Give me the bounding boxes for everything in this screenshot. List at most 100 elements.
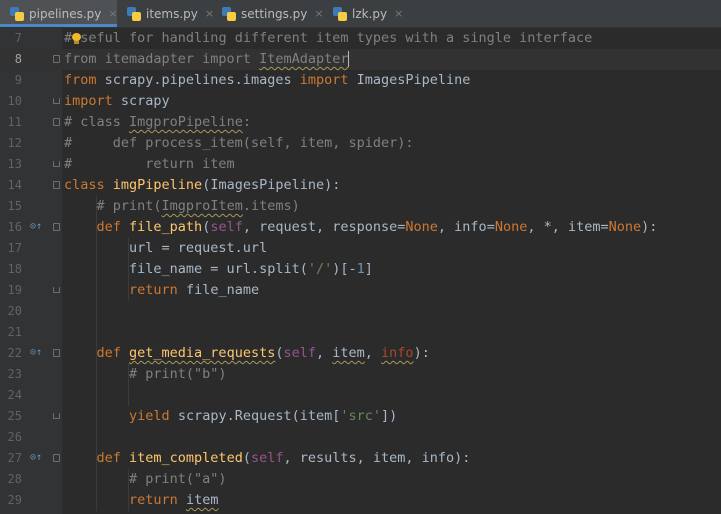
python-file-icon xyxy=(127,6,141,21)
code-line[interactable]: 13 # return item xyxy=(0,154,721,175)
code-token: item_completed xyxy=(129,450,243,466)
code-line[interactable]: 27 ⊙↑ def item_completed(self, results, i… xyxy=(0,448,721,469)
code-line[interactable]: 28 # print("a") xyxy=(0,469,721,490)
fold-end-icon[interactable] xyxy=(53,413,60,419)
code-token: , request, response= xyxy=(242,219,406,235)
code-text: # print("b") xyxy=(64,364,227,385)
fold-start-icon[interactable] xyxy=(53,349,60,357)
code-line[interactable]: 15 # print(ImgproItem.items) xyxy=(0,196,721,217)
code-token: , *, item= xyxy=(527,219,609,235)
code-token: scrapy.Request(item[ xyxy=(177,408,341,424)
code-token: ItemAdapter xyxy=(259,51,349,67)
override-method-icon[interactable]: ⊙↑ xyxy=(30,451,44,465)
tab-label: pipelines.py xyxy=(29,6,102,21)
code-text: from itemadapter import ItemAdapter xyxy=(64,49,350,70)
code-token: ( xyxy=(242,450,251,466)
code-token: ImgproItem xyxy=(161,198,243,214)
code-token: item xyxy=(332,345,365,361)
code-line[interactable]: 29 return item xyxy=(0,490,721,511)
code-token: def xyxy=(96,450,130,466)
code-token: 1 xyxy=(356,261,365,277)
code-line[interactable]: 17 url = request.url xyxy=(0,238,721,259)
code-line[interactable]: 14 class imgPipeline(ImagesPipeline): xyxy=(0,175,721,196)
close-icon[interactable]: × xyxy=(394,7,403,20)
code-text: yield scrapy.Request(item['src']) xyxy=(64,406,397,427)
code-line[interactable]: 20 xyxy=(0,301,721,322)
code-line[interactable]: 23 # print("b") xyxy=(0,364,721,385)
code-token: : xyxy=(242,114,251,130)
line-number: 28 xyxy=(7,472,22,486)
code-line[interactable]: 24 xyxy=(0,385,721,406)
tab-lzk-py[interactable]: lzk.py × xyxy=(323,0,405,27)
code-token: # print("b") xyxy=(64,366,227,382)
override-method-icon[interactable]: ⊙↑ xyxy=(30,346,44,360)
tab-items-py[interactable]: items.py × xyxy=(117,0,214,27)
code-token: ImagesPipeline xyxy=(356,72,471,88)
fold-start-icon[interactable] xyxy=(53,181,60,189)
code-token: ): xyxy=(413,345,430,361)
code-line[interactable]: 26 xyxy=(0,427,721,448)
code-line[interactable]: 18 file_name = url.split('/')[-1] xyxy=(0,259,721,280)
code-token: # print("a") xyxy=(64,471,227,487)
code-token: (ImagesPipeline): xyxy=(202,177,341,193)
code-token: self xyxy=(250,450,284,466)
code-editor[interactable]: 7 #useful for handling different item typ… xyxy=(0,28,721,514)
fold-end-icon[interactable] xyxy=(53,287,60,293)
line-number: 19 xyxy=(7,283,22,297)
line-number: 9 xyxy=(14,73,22,87)
fold-end-icon[interactable] xyxy=(53,161,60,167)
code-line[interactable]: 7 #useful for handling different item typ… xyxy=(0,28,721,49)
line-number: 21 xyxy=(7,325,22,339)
code-token: 'src' xyxy=(340,408,382,424)
line-number: 26 xyxy=(7,430,22,444)
code-line[interactable]: 11 # class ImgproPipeline: xyxy=(0,112,721,133)
code-line[interactable]: 25 yield scrapy.Request(item['src']) xyxy=(0,406,721,427)
code-token: None xyxy=(494,219,528,235)
code-token: yield xyxy=(129,408,178,424)
tab-label: lzk.py xyxy=(352,6,388,21)
code-line[interactable]: 10 import scrapy xyxy=(0,91,721,112)
line-number: 27 xyxy=(7,451,22,465)
line-number: 24 xyxy=(7,388,22,402)
code-token: self xyxy=(210,219,243,235)
code-line[interactable]: 19 return file_name xyxy=(0,280,721,301)
tab-settings-py[interactable]: settings.py × xyxy=(212,0,324,27)
code-line[interactable]: 22 ⊙↑ def get_media_requests(self, item, … xyxy=(0,343,721,364)
code-token: def xyxy=(96,345,130,361)
code-token: None xyxy=(405,219,438,235)
code-text: import scrapy xyxy=(64,91,170,112)
code-token: from itemadapter import xyxy=(64,51,260,67)
code-line[interactable]: 8 from itemadapter import ItemAdapter xyxy=(0,49,721,70)
code-line[interactable]: 12 # def process_item(self, item, spider)… xyxy=(0,133,721,154)
line-number: 16 xyxy=(7,220,22,234)
fold-start-icon[interactable] xyxy=(53,223,60,231)
code-token: import xyxy=(299,72,357,88)
text-caret xyxy=(348,51,350,67)
code-line[interactable]: 21 xyxy=(0,322,721,343)
line-number: 29 xyxy=(7,493,22,507)
code-text: from scrapy.pipelines.images import Imag… xyxy=(64,70,470,91)
fold-start-icon[interactable] xyxy=(53,118,60,126)
code-token: # xyxy=(64,30,73,46)
fold-start-icon[interactable] xyxy=(53,454,60,462)
line-number: 18 xyxy=(7,262,22,276)
code-token: item xyxy=(185,492,219,508)
code-token: useful for handling different item types… xyxy=(72,30,593,46)
code-token: class xyxy=(64,177,113,193)
code-line[interactable]: 16 ⊙↑ def file_path(self, request, respon… xyxy=(0,217,721,238)
fold-start-icon[interactable] xyxy=(53,55,60,63)
intention-bulb-icon[interactable] xyxy=(72,33,81,44)
code-line[interactable]: 9 from scrapy.pipelines.images import Ima… xyxy=(0,70,721,91)
override-method-icon[interactable]: ⊙↑ xyxy=(30,220,44,234)
code-token: ): xyxy=(641,219,658,235)
line-number: 20 xyxy=(7,304,22,318)
fold-end-icon[interactable] xyxy=(53,98,60,104)
code-token: return xyxy=(129,492,186,508)
tab-pipelines-py[interactable]: pipelines.py × xyxy=(0,0,118,27)
code-text: def item_completed(self, results, item, … xyxy=(64,448,471,469)
